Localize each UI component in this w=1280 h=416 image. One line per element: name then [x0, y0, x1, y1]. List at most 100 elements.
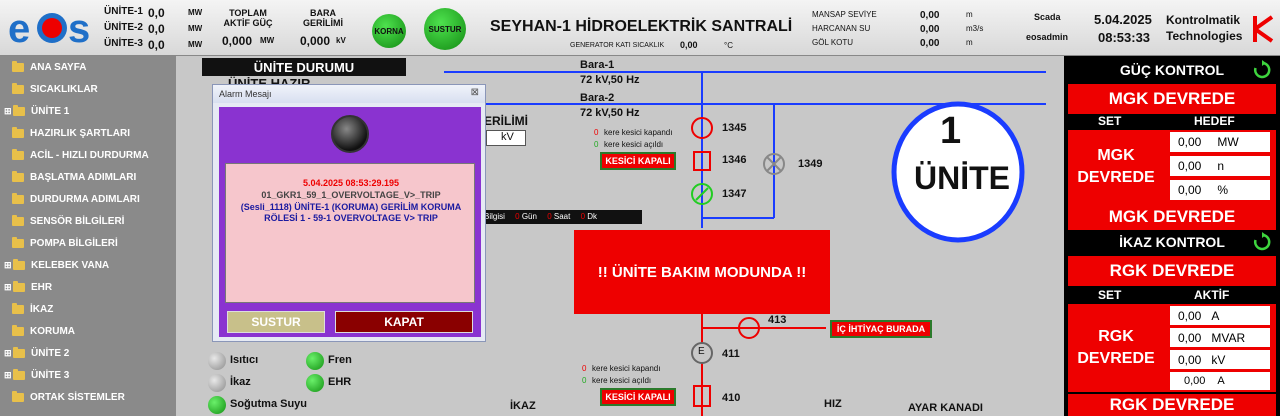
folder-icon: [13, 368, 25, 380]
breaker-id-1346: 1346: [722, 154, 747, 166]
info-dk-value: 0: [580, 212, 586, 221]
unit3-value: 0,0: [148, 38, 165, 52]
unit-number: 1: [940, 110, 962, 152]
alarm-dialog-title: Alarm Mesajı: [219, 89, 272, 99]
mgk-value-percent[interactable]: 0,00%: [1170, 180, 1270, 200]
folder-icon: [13, 104, 25, 116]
info-dk-label: Dk: [587, 212, 598, 221]
sidebar-item-4[interactable]: ACİL - HIZLI DURDURMA: [0, 144, 176, 166]
sidebar-item-13[interactable]: ⊞ ÜNİTE 2: [0, 342, 176, 364]
rgk-value-kv[interactable]: 0,00 kV: [1170, 350, 1270, 369]
bara-voltage-unit: kV: [336, 36, 346, 45]
svg-text:s: s: [68, 7, 90, 50]
feeder-id-413: 413: [768, 314, 787, 326]
close-icon[interactable]: ⊠: [471, 87, 479, 98]
expand-icon[interactable]: ⊞: [4, 282, 12, 293]
expand-icon[interactable]: ⊞: [4, 106, 12, 117]
sidebar-item-8[interactable]: POMPA BİLGİLERİ: [0, 232, 176, 254]
silence-button[interactable]: SUSTUR: [424, 8, 466, 50]
top-header: e s ÜNİTE-1 0,0 MW ÜNİTE-2 0,0 MW ÜNİTE-…: [0, 0, 1280, 56]
internal-need-button[interactable]: İÇ İHTİYAÇ BURADA: [830, 320, 932, 338]
excitation-refresh-icon[interactable]: [1252, 232, 1272, 252]
folder-icon: [12, 126, 24, 138]
rgk-value-a[interactable]: 0,00 A: [1170, 306, 1270, 325]
sidebar-item-12[interactable]: KORUMA: [0, 320, 176, 342]
svg-text:e: e: [8, 7, 30, 50]
tailwater-level-label: MANSAP SEVİYE: [812, 10, 877, 19]
sidebar-item-9[interactable]: ⊞ KELEBEK VANA: [0, 254, 176, 276]
tailwater-level-unit: m: [966, 10, 973, 19]
maintenance-mode-banner: !! ÜNİTE BAKIM MODUNDA !!: [574, 230, 830, 314]
sidebar-item-6[interactable]: DURDURMA ADIMLARI: [0, 188, 176, 210]
ehr-led: [306, 374, 324, 392]
breaker-closed-count-label-1: kere kesici kapandı: [604, 128, 673, 137]
current-time: 08:53:33: [1098, 30, 1151, 45]
sidebar-item-5[interactable]: BAŞLATMA ADIMLARI: [0, 166, 176, 188]
rgk-value-a2[interactable]: 0,00 A: [1170, 372, 1270, 390]
info-saat-value: 0: [547, 212, 552, 221]
breaker-id-1349: 1349: [798, 158, 823, 170]
folder-icon: [12, 214, 24, 226]
mgk-block: MGK DEVREDE: [1068, 130, 1164, 204]
mgk-value-mw[interactable]: 0,00 MW: [1170, 132, 1270, 152]
water-used-unit: m3/s: [966, 24, 984, 33]
folder-icon: [12, 60, 24, 72]
bottom-speed-label: HIZ: [824, 398, 842, 410]
expand-icon[interactable]: ⊞: [4, 370, 12, 381]
alarm-timestamp: 5.04.2025 08:53:29.195: [302, 178, 400, 188]
bottom-ikaz-label: İKAZ: [510, 400, 536, 412]
breaker-closed-count-label-2: kere kesici kapandı: [592, 364, 661, 373]
expand-icon[interactable]: ⊞: [4, 260, 12, 271]
voltage-partial-label: ERİLİMİ: [484, 114, 528, 128]
horn-button[interactable]: KORNA: [372, 14, 406, 48]
rgk-block: RGK DEVREDE: [1068, 304, 1164, 392]
sidebar-item-11[interactable]: İKAZ: [0, 298, 176, 320]
bara1-rating: 72 kV,50 Hz: [580, 74, 640, 86]
excitation-led: [208, 374, 226, 392]
sidebar-item-label: ORTAK SİSTEMLER: [30, 391, 125, 403]
feeder-id-410: 410: [722, 392, 741, 404]
sidebar-item-3[interactable]: HAZIRLIK ŞARTLARI: [0, 122, 176, 144]
alarm-silence-button[interactable]: SUSTUR: [227, 311, 325, 333]
cooling-water-label: Soğutma Suyu: [230, 398, 308, 410]
generator-temp-label: GENERATOR KATI SICAKLIK: [570, 42, 665, 49]
sidebar-item-10[interactable]: ⊞ EHR: [0, 276, 176, 298]
excitation-label: İkaz: [230, 376, 251, 388]
sidebar-item-label: HAZIRLIK ŞARTLARI: [30, 127, 130, 139]
heater-led: [208, 352, 226, 370]
sidebar-item-1[interactable]: SICAKLIKLAR: [0, 78, 176, 100]
expand-icon[interactable]: ⊞: [4, 348, 12, 359]
sidebar-item-7[interactable]: SENSÖR BİLGİLERİ: [0, 210, 176, 232]
kontrolmatik-logo-icon: [1253, 15, 1274, 43]
excitation-control-title: İKAZ KONTROL: [1064, 230, 1280, 254]
alarm-close-button[interactable]: KAPAT: [335, 311, 473, 333]
lake-level-value: 0,00: [920, 38, 940, 49]
power-refresh-icon[interactable]: [1252, 60, 1272, 80]
mgk-target-label: HEDEF: [1194, 114, 1235, 128]
open-count-1: 0: [594, 140, 599, 149]
sidebar-item-label: BAŞLATMA ADIMLARI: [30, 171, 137, 183]
breaker-opened-count-label-2: kere kesici açıldı: [592, 376, 652, 385]
alarm-message-text: (Sesli_1118) ÜNİTE-1 (KORUMA) GERİLİM KO…: [240, 202, 462, 223]
duration-info-bar: Bilgisi 0 Gün 0 Saat 0 Dk: [480, 210, 642, 224]
rgk-state-banner-2: RGK DEVREDE: [1068, 394, 1276, 416]
rgk-value-mvar[interactable]: 0,00 MVAR: [1170, 328, 1270, 347]
breaker-closed-button-1[interactable]: KESİCİ KAPALI: [600, 152, 676, 170]
folder-icon: [12, 324, 24, 336]
sidebar-item-15[interactable]: ORTAK SİSTEMLER: [0, 386, 176, 408]
sidebar-item-14[interactable]: ⊞ ÜNİTE 3: [0, 364, 176, 386]
unit1-label: ÜNİTE-1: [104, 6, 143, 17]
unit2-unit: MW: [188, 24, 203, 33]
current-date: 5.04.2025: [1094, 12, 1152, 27]
voltage-unit-box: kV: [486, 130, 526, 146]
water-used-value: 0,00: [920, 24, 940, 35]
company-name: Kontrolmatik Technologies: [1166, 13, 1243, 43]
mgk-value-n[interactable]: 0,00 n: [1170, 156, 1270, 176]
water-used-label: HARCANAN SU: [812, 24, 871, 33]
sidebar-item-2[interactable]: ⊞ ÜNİTE 1: [0, 100, 176, 122]
alarm-tag: 01_GKR1_59_1_OVERVOLTAGE_V>_TRIP: [261, 190, 441, 200]
sidebar-item-0[interactable]: ANA SAYFA: [0, 56, 176, 78]
mgk-set-label: SET: [1098, 114, 1122, 128]
breaker-closed-button-2[interactable]: KESİCİ KAPALI: [600, 388, 676, 406]
breaker-id-1345: 1345: [722, 122, 747, 134]
